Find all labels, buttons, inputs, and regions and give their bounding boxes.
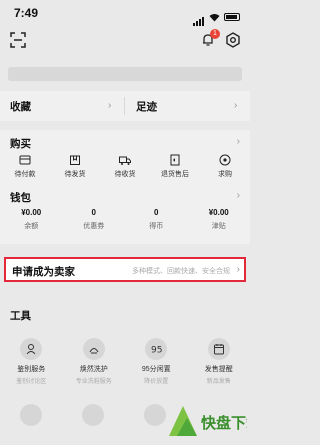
tool-idle[interactable]: 95 95分闲置 降价放置 xyxy=(125,338,188,385)
seek-icon xyxy=(219,154,231,166)
footprints-link[interactable]: 足迹 xyxy=(136,91,157,121)
care-icon xyxy=(82,338,105,360)
shortcut-row: 收藏 › 足迹 › xyxy=(0,91,250,121)
tool-name: 鉴别服务 xyxy=(17,366,46,373)
top-bar: 1 xyxy=(0,28,250,56)
return-icon xyxy=(170,154,180,166)
wallet-icon xyxy=(19,155,31,165)
tool-desc: 新品发售 xyxy=(206,379,231,385)
footprints-label: 足迹 xyxy=(136,100,157,113)
wallet-value: ¥0.00 xyxy=(21,208,42,217)
wallet-item-balance[interactable]: ¥0.00 余额 xyxy=(0,208,63,231)
wifi-icon xyxy=(209,13,220,21)
box-icon xyxy=(70,155,80,165)
status-icons xyxy=(193,8,240,26)
eye-icon[interactable] xyxy=(82,404,104,426)
wallet-label: 余额 xyxy=(24,223,39,230)
buy-title: 购买 xyxy=(10,138,31,150)
tools-title: 工具 xyxy=(10,310,31,322)
gear-icon[interactable] xyxy=(225,32,241,48)
status-bar: 7:49 xyxy=(0,0,250,26)
divider xyxy=(124,97,125,115)
tool-desc: 降价放置 xyxy=(144,379,169,385)
favorites-link[interactable]: 收藏 xyxy=(10,91,31,121)
tools-grid: 鉴别服务 鉴别讨论区 焕然洗护 专业洗鞋服务 95 95分闲置 降价放置 发售提… xyxy=(0,338,250,385)
buy-items: 待付款 待发货 待收货 退货售后 求购 xyxy=(0,154,250,179)
blurred-profile xyxy=(8,67,242,81)
buy-item-after-sales[interactable]: 退货售后 xyxy=(150,154,200,179)
scan-icon[interactable] xyxy=(10,32,26,48)
wallet-item-allowance[interactable]: ¥0.00 津贴 xyxy=(188,208,251,231)
wallet-value: 0 xyxy=(154,208,159,217)
tool-desc: 鉴别讨论区 xyxy=(16,379,47,385)
tool-name: 焕然洗护 xyxy=(79,366,108,373)
chevron-right-icon: › xyxy=(108,100,112,111)
status-time: 7:49 xyxy=(14,6,39,20)
tool-release-reminder[interactable]: 发售提醒 新品发售 xyxy=(188,338,251,385)
appraisal-icon xyxy=(20,338,43,360)
buy-item-seek[interactable]: 求购 xyxy=(200,154,250,179)
buy-item-label: 求购 xyxy=(218,171,232,178)
battery-icon xyxy=(224,13,240,21)
chevron-right-icon: › xyxy=(234,100,238,111)
apply-seller-title: 申请成为卖家 xyxy=(12,266,75,278)
svg-text:95: 95 xyxy=(151,346,162,356)
chevron-right-icon[interactable]: › xyxy=(237,136,240,147)
wallet-item-coupons[interactable]: 0 优惠券 xyxy=(63,208,126,231)
wallet-label: 优惠券 xyxy=(83,223,105,230)
tool-name: 95分闲置 xyxy=(141,366,171,373)
tool-name: 发售提醒 xyxy=(204,366,233,373)
watermark-logo: 快盘下载 xyxy=(169,406,247,436)
apply-seller-button[interactable]: 申请成为卖家 多种模式、回款快速、安全合规 › xyxy=(4,257,246,282)
notification-badge: 1 xyxy=(210,29,220,39)
chevron-right-icon[interactable]: › xyxy=(237,190,240,201)
buy-item-pending-payment[interactable]: 待付款 xyxy=(0,154,50,179)
truck-icon xyxy=(119,156,131,165)
buy-item-label: 待收货 xyxy=(114,171,136,178)
wallet-label: 得币 xyxy=(149,223,164,230)
wallet-label: 津贴 xyxy=(211,223,226,230)
favorites-label: 收藏 xyxy=(10,100,31,113)
tool-desc: 专业洗鞋服务 xyxy=(75,379,112,385)
tool-care[interactable]: 焕然洗护 专业洗鞋服务 xyxy=(63,338,126,385)
wallet-title: 钱包 xyxy=(10,192,31,204)
headset-icon[interactable] xyxy=(144,404,166,426)
wallet-item-coins[interactable]: 0 得币 xyxy=(125,208,188,231)
wallet-section: 钱包 › ¥0.00 余额 0 优惠券 0 得币 ¥0.00 津贴 xyxy=(0,184,250,244)
buy-item-pending-shipment[interactable]: 待发货 xyxy=(50,154,100,179)
apply-seller-subtitle: 多种模式、回款快速、安全合规 xyxy=(132,268,230,275)
idle-icon: 95 xyxy=(145,338,168,360)
chevron-right-icon: › xyxy=(236,264,240,275)
tool-appraisal[interactable]: 鉴别服务 鉴别讨论区 xyxy=(0,338,63,385)
signal-icon xyxy=(193,8,205,26)
buy-item-pending-receipt[interactable]: 待收货 xyxy=(100,154,150,179)
wallet-items: ¥0.00 余额 0 优惠券 0 得币 ¥0.00 津贴 xyxy=(0,208,250,231)
chat-icon[interactable] xyxy=(20,404,42,426)
buy-section: 购买 › 待付款 待发货 待收货 退货售后 求购 xyxy=(0,130,250,190)
wallet-value: ¥0.00 xyxy=(208,208,229,217)
buy-item-label: 退货售后 xyxy=(161,171,189,178)
calendar-icon xyxy=(207,338,230,360)
watermark-text: 快盘下载 xyxy=(201,414,247,432)
buy-item-label: 待发货 xyxy=(64,171,86,178)
buy-item-label: 待付款 xyxy=(14,171,36,178)
wallet-value: 0 xyxy=(91,208,96,217)
